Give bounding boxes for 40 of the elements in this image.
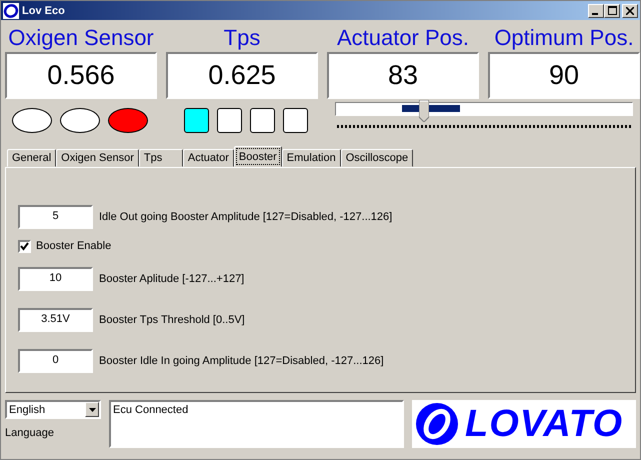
gauge-label: Oxigen Sensor: [8, 24, 154, 52]
minimize-icon: [592, 12, 598, 14]
tab[interactable]: Oscilloscope: [340, 149, 414, 167]
gauge-label: Tps: [224, 24, 260, 52]
close-icon: [626, 6, 634, 14]
input-field[interactable]: 0: [18, 349, 93, 373]
gauge-value: 83: [327, 52, 479, 99]
tab[interactable]: Actuator: [182, 149, 234, 167]
language-dropdown[interactable]: English: [5, 400, 101, 419]
window-title: Lov Eco: [22, 4, 65, 16]
field-label: Booster Tps Threshold [0..5V]: [99, 314, 245, 326]
field-label: Booster Aplitude [-127...+127]: [99, 273, 244, 285]
gauge-value: 0.625: [166, 52, 318, 99]
checkbox[interactable]: [18, 240, 31, 252]
minimize-button[interactable]: [588, 4, 604, 18]
field-label: Idle Out going Booster Amplitude [127=Disabled, -127...126]: [99, 211, 392, 223]
input-field[interactable]: 3.51V: [18, 308, 93, 332]
logo-text: LOVATO: [465, 402, 623, 446]
maximize-button[interactable]: [604, 4, 620, 18]
app-icon: [3, 2, 19, 18]
status-box: Ecu Connected: [109, 400, 404, 448]
gauge-label: Actuator Pos.: [336, 24, 470, 52]
tab[interactable]: Booster: [234, 146, 282, 167]
tab[interactable]: Emulation: [282, 149, 341, 167]
gauge-label: Optimum Pos.: [494, 24, 634, 52]
tab[interactable]: Tps: [138, 149, 183, 167]
tab[interactable]: General: [7, 149, 56, 167]
dropdown-arrow-icon: [88, 408, 96, 412]
language-label: Language: [5, 427, 55, 439]
checkbox-label: Booster Enable: [36, 240, 112, 252]
tab[interactable]: Oxigen Sensor: [56, 149, 139, 167]
field-label: Booster Idle In going Amplitude [127=Disabled, -127...126]: [99, 355, 384, 367]
gauge-value: 0.566: [5, 52, 157, 99]
maximize-icon: [608, 6, 616, 15]
input-field[interactable]: 5: [18, 205, 93, 229]
slider[interactable]: [335, 100, 633, 122]
input-field[interactable]: 10: [18, 267, 93, 291]
close-button[interactable]: [622, 4, 638, 18]
gauge-value: 90: [488, 52, 640, 99]
slider-thumb[interactable]: [419, 100, 430, 122]
